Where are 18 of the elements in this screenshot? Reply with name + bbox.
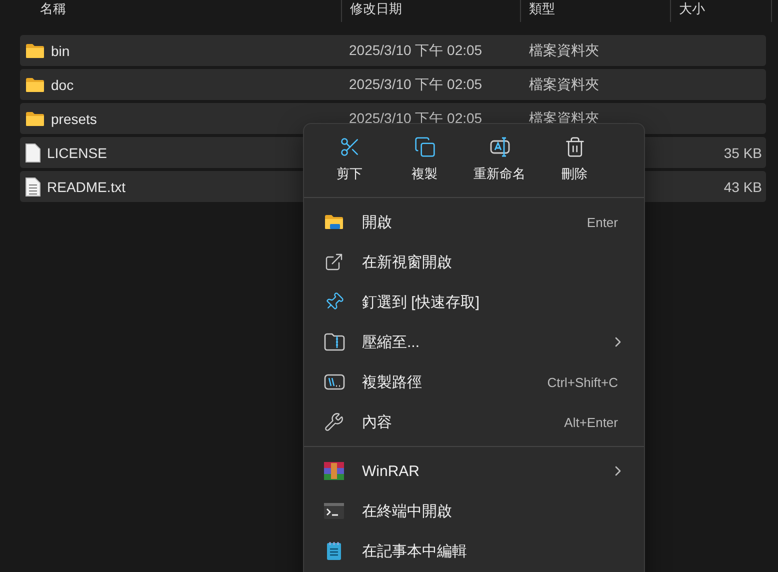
shortcut-label: Enter — [586, 214, 618, 230]
shortcut-label: Ctrl+Shift+C — [547, 374, 618, 390]
modified-date: 2025/3/10 下午 02:05 — [348, 76, 482, 92]
file-name: README.txt — [47, 178, 126, 194]
file-name: presets — [51, 110, 97, 126]
modified-date: 2025/3/10 下午 02:05 — [348, 42, 482, 58]
file-name: doc — [51, 76, 74, 92]
file-type: 檔案資料夾 — [528, 42, 599, 58]
file-size: 35 KB — [722, 144, 763, 160]
column-label: 修改日期 — [350, 0, 402, 18]
file-name: bin — [51, 42, 70, 58]
file-size: 43 KB — [722, 178, 763, 194]
file-type: 檔案資料夾 — [528, 76, 599, 92]
column-label: 大小 — [679, 0, 705, 18]
file-name: LICENSE — [47, 144, 107, 160]
column-label: 名稱 — [40, 0, 66, 18]
column-label: 類型 — [529, 0, 555, 18]
shortcut-label: Alt+Enter — [564, 414, 618, 430]
